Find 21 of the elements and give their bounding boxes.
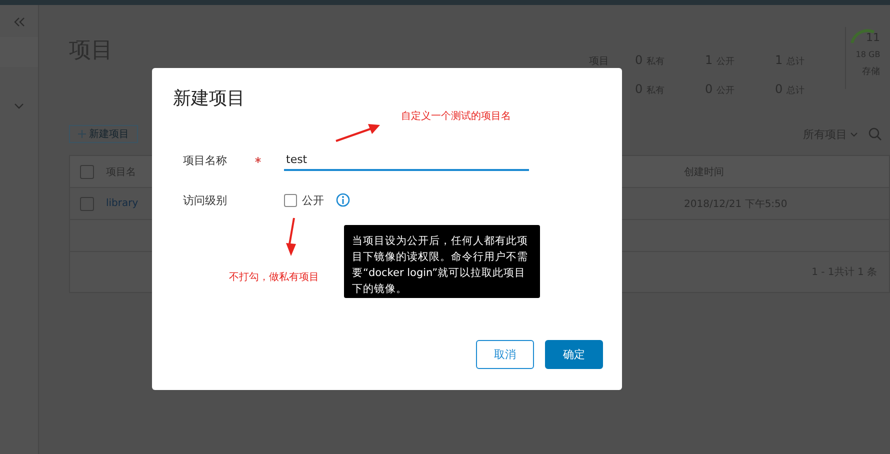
annotation-text: 自定义一个测试的项目名 xyxy=(401,110,511,123)
chevron-icon[interactable] xyxy=(14,103,24,109)
cancel-button[interactable]: 取消 xyxy=(476,340,534,369)
caret-icon xyxy=(850,132,858,136)
annotation-arrow xyxy=(283,217,297,257)
search-icon[interactable] xyxy=(868,127,882,141)
plus-icon xyxy=(78,130,86,138)
checkbox-label[interactable]: 公开 xyxy=(302,192,324,208)
dialog-title: 新建项目 xyxy=(173,87,246,110)
annotation-arrow xyxy=(335,123,381,143)
checkbox[interactable] xyxy=(284,194,297,206)
info-icon[interactable] xyxy=(336,193,350,207)
checkbox[interactable] xyxy=(80,164,94,178)
collapse-icon[interactable] xyxy=(13,17,25,27)
confirm-button[interactable]: 确定 xyxy=(545,340,603,369)
new-project-button[interactable]: 新建项目 xyxy=(69,125,138,143)
field-label: 项目名称 xyxy=(183,152,228,168)
field-label: 访问级别 xyxy=(183,192,228,208)
tooltip: 当项目设为公开后，任何人都有此项目下镜像的读权限。命令行用户不需要“docker login”就可以拉取此项目下的镜像。 xyxy=(344,225,540,298)
checkbox[interactable] xyxy=(80,196,94,210)
annotation-text: 不打勾，做私有项目 xyxy=(229,270,319,284)
